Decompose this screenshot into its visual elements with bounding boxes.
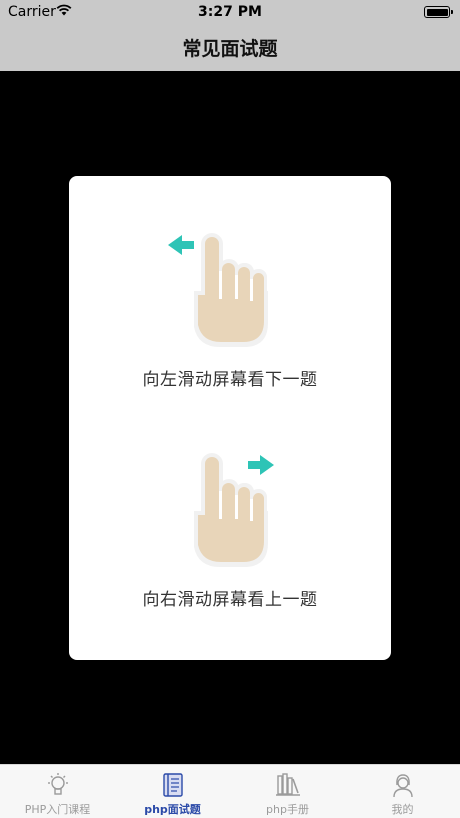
book-icon [162,773,183,797]
battery-icon [424,6,453,18]
status-time: 3:27 PM [198,4,262,20]
swipe-left-hint: 向左滑动屏幕看下一题 [69,231,391,390]
screen: Carrier 3:27 PM 常见面试题 向左滑动屏幕看下一题 向右滑动屏幕看… [0,0,460,818]
swipe-right-hand-icon [194,453,274,567]
tab-mine[interactable]: 我的 [345,765,460,818]
tab-label: php手册 [266,803,309,816]
tab-php-intro[interactable]: PHP入门课程 [0,765,115,818]
swipe-right-text: 向右滑动屏幕看上一题 [142,590,318,610]
tab-php-interview[interactable]: php面试题 [115,765,230,818]
person-icon [392,774,413,798]
bookshelf-icon [275,773,300,796]
tab-php-manual[interactable]: php手册 [230,765,345,818]
lightbulb-icon [47,773,68,795]
swipe-left-text: 向左滑动屏幕看下一题 [142,370,318,390]
tab-bar: PHP入门课程 php面试题 php手册 我的 [0,764,460,818]
tab-label: php面试题 [144,803,201,816]
tab-label: PHP入门课程 [24,803,91,816]
tab-label: 我的 [391,803,414,816]
swipe-left-hand-icon [168,233,268,347]
page-title: 常见面试题 [182,38,278,60]
status-bar: Carrier 3:27 PM [0,0,460,24]
navigation-bar: Carrier 3:27 PM 常见面试题 [0,0,460,71]
swipe-guide-card[interactable]: 向左滑动屏幕看下一题 向右滑动屏幕看上一题 [69,176,391,660]
swipe-right-hint: 向右滑动屏幕看上一题 [69,451,391,610]
